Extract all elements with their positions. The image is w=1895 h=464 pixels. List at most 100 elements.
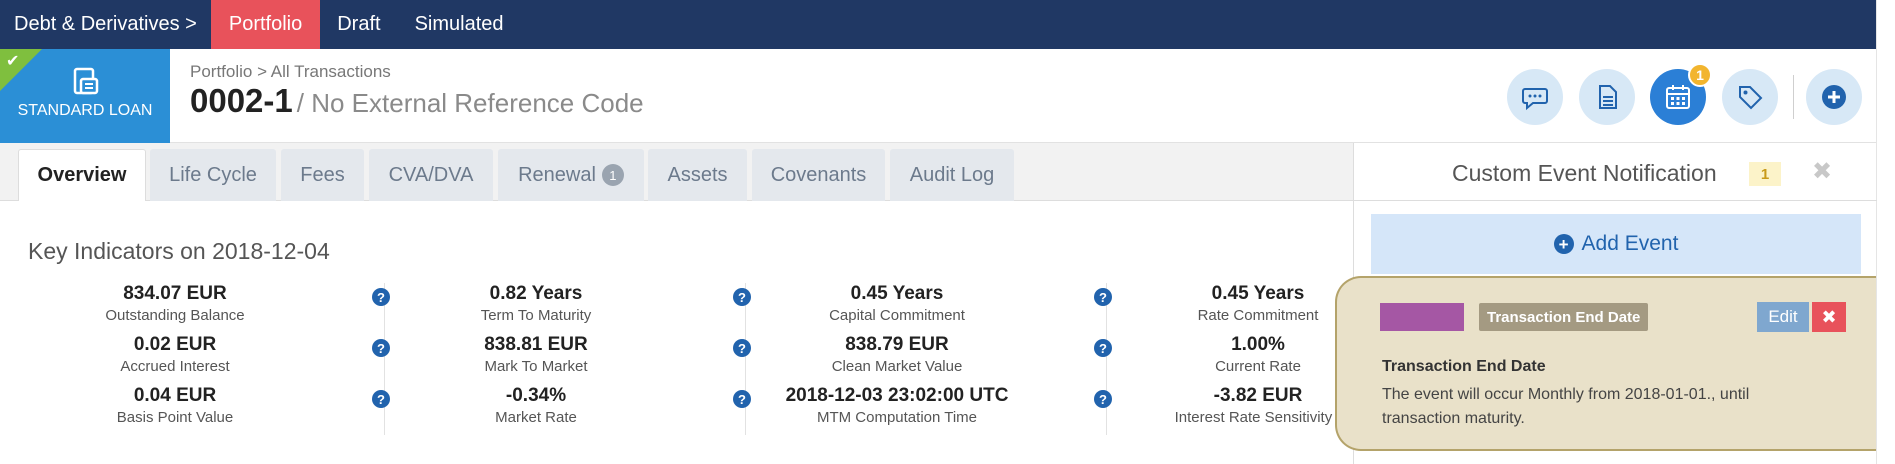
indicator-rate-commitment: 0.45 Years Rate Commitment [1108, 283, 1353, 331]
panel-header: Custom Event Notification 1 ✖ [1354, 143, 1877, 201]
tab-overview[interactable]: Overview [18, 149, 146, 202]
event-name: Transaction End Date [1382, 358, 1546, 375]
indicator-outstanding-balance: 834.07 EUR Outstanding Balance ? [25, 283, 390, 331]
tab-covenants-label: Covenants [770, 163, 867, 186]
add-event-label: Add Event [1581, 232, 1679, 255]
nav-tab-portfolio[interactable]: Portfolio [210, 0, 321, 49]
document-button[interactable] [1579, 69, 1635, 125]
indicator-label: Term To Maturity [480, 307, 592, 324]
tab-life-cycle[interactable]: Life Cycle [150, 149, 276, 201]
breadcrumb[interactable]: Portfolio > All Transactions [190, 62, 391, 82]
indicator-value: 834.07 EUR [123, 283, 227, 304]
indicator-current-rate: 1.00% Current Rate [1108, 334, 1353, 382]
indicator-label: Accrued Interest [120, 358, 230, 375]
window-edge [1876, 0, 1895, 464]
tab-cva-dva-label: CVA/DVA [388, 163, 474, 186]
indicator-value: -3.82 EUR [1213, 385, 1303, 406]
indicator-label: Clean Market Value [831, 358, 963, 375]
indicator-label: Capital Commitment [829, 307, 965, 324]
indicator-term-to-maturity: 0.82 Years Term To Maturity ? [386, 283, 751, 331]
indicator-label: Basis Point Value [116, 409, 234, 426]
indicator-basis-point-value: 0.04 EUR Basis Point Value ? [25, 385, 390, 433]
indicator-mark-to-market: 838.81 EUR Mark To Market ? [386, 334, 751, 382]
calendar-button[interactable]: 1 [1650, 63, 1712, 125]
event-card: Transaction End Date Edit ✖ Transaction … [1335, 276, 1876, 451]
top-navigation: Debt & Derivatives > Portfolio Draft Sim… [0, 0, 1876, 49]
nav-breadcrumb-debt-derivatives[interactable]: Debt & Derivatives > [0, 0, 211, 49]
event-type-badge: Transaction End Date [1479, 303, 1649, 331]
indicator-value: 0.02 EUR [133, 334, 217, 355]
event-description: The event will occur Monthly from 2018-0… [1382, 386, 1750, 427]
app-window: { "topnav": { "breadcrumb": "Debt & Deri… [0, 0, 1895, 464]
tab-fees[interactable]: Fees [281, 149, 364, 201]
calendar-icon [1666, 85, 1690, 109]
indicator-label: Outstanding Balance [105, 307, 245, 324]
indicator-column-2: 0.82 Years Term To Maturity ? 838.81 EUR… [386, 283, 751, 435]
indicator-value: 0.45 Years [1211, 283, 1305, 304]
calendar-badge: 1 [1688, 63, 1712, 87]
tab-life-cycle-label: Life Cycle [169, 163, 257, 186]
add-event-button[interactable]: + Add Event [1371, 214, 1861, 274]
indicator-column-1: 834.07 EUR Outstanding Balance ? 0.02 EU… [25, 283, 390, 435]
transaction-header: ✔ STANDARD LOAN Portfolio > All Transact… [0, 49, 1876, 143]
page-title: 0002-1 / No External Reference Code [190, 82, 644, 120]
plus-circle-icon: + [1553, 234, 1574, 254]
indicator-column-4: 0.45 Years Rate Commitment 1.00% Current… [1108, 283, 1353, 435]
comment-button[interactable] [1507, 69, 1563, 125]
indicator-accrued-interest: 0.02 EUR Accrued Interest ? [25, 334, 390, 382]
indicator-value: 838.79 EUR [845, 334, 949, 355]
nav-tab-draft[interactable]: Draft [320, 0, 397, 49]
key-indicators-title: Key Indicators on 2018-12-04 [28, 238, 330, 264]
indicator-value: 0.04 EUR [133, 385, 217, 406]
tab-cva-dva[interactable]: CVA/DVA [369, 149, 493, 201]
indicator-market-rate: -0.34% Market Rate ? [386, 385, 751, 433]
tab-audit-log-label: Audit Log [909, 163, 995, 186]
panel-title: Custom Event Notification [1452, 160, 1717, 186]
tab-assets[interactable]: Assets [648, 149, 747, 201]
comment-icon [1522, 88, 1548, 111]
loan-type-box: ✔ STANDARD LOAN [0, 49, 170, 143]
indicator-value: 2018-12-03 23:02:00 UTC [785, 385, 1009, 406]
indicator-label: Mark To Market [484, 358, 588, 375]
transaction-code: 0002-1 [190, 82, 293, 119]
tag-button[interactable] [1722, 69, 1778, 125]
indicator-column-3: 0.45 Years Capital Commitment ? 838.79 E… [747, 283, 1112, 435]
indicator-value: 838.81 EUR [484, 334, 588, 355]
check-icon: ✔ [6, 53, 20, 70]
overview-panel: Key Indicators on 2018-12-04 834.07 EUR … [0, 201, 1353, 464]
document-icon [1599, 85, 1617, 109]
indicator-label: Market Rate [495, 409, 577, 426]
tab-audit-log[interactable]: Audit Log [890, 149, 1014, 201]
tab-renewal-label: Renewal [518, 163, 596, 186]
tag-icon [1739, 86, 1763, 110]
indicator-mtm-computation-time: 2018-12-03 23:02:00 UTC MTM Computation … [747, 385, 1112, 433]
indicator-value: 1.00% [1231, 334, 1285, 355]
indicator-label: Interest Rate Sensitivity ( [1174, 409, 1342, 426]
close-icon[interactable]: ✖ [1812, 157, 1832, 186]
event-color-swatch [1380, 303, 1464, 331]
external-reference: / No External Reference Code [296, 88, 644, 118]
indicator-value: 0.82 Years [489, 283, 583, 304]
delete-event-button[interactable]: ✖ [1812, 302, 1846, 332]
tab-overview-label: Overview [37, 164, 127, 186]
tab-bar: Overview Life Cycle Fees CVA/DVA Renewal… [0, 143, 1353, 202]
indicator-capital-commitment: 0.45 Years Capital Commitment ? [747, 283, 1112, 331]
tab-renewal[interactable]: Renewal 1 [498, 149, 644, 201]
indicator-label: MTM Computation Time [816, 409, 978, 426]
indicator-value: -0.34% [505, 385, 567, 406]
header-divider [1793, 75, 1794, 119]
indicator-label: Current Rate [1215, 358, 1301, 375]
tab-assets-label: Assets [667, 163, 728, 186]
loan-document-icon [73, 67, 99, 95]
tab-covenants[interactable]: Covenants [752, 149, 885, 201]
nav-tab-simulated[interactable]: Simulated [398, 0, 521, 49]
edit-event-button[interactable]: Edit [1757, 302, 1809, 332]
indicator-value: 0.45 Years [850, 283, 944, 304]
event-count-badge: 1 [1749, 162, 1781, 186]
plus-circle-icon [1822, 85, 1846, 109]
indicator-label: Rate Commitment [1197, 307, 1319, 324]
add-button[interactable] [1806, 69, 1862, 125]
indicator-clean-market-value: 838.79 EUR Clean Market Value ? [747, 334, 1112, 382]
indicator-interest-rate-sensitivity: -3.82 EUR Interest Rate Sensitivity ( [1108, 385, 1353, 433]
loan-type-label: STANDARD LOAN [17, 102, 153, 119]
